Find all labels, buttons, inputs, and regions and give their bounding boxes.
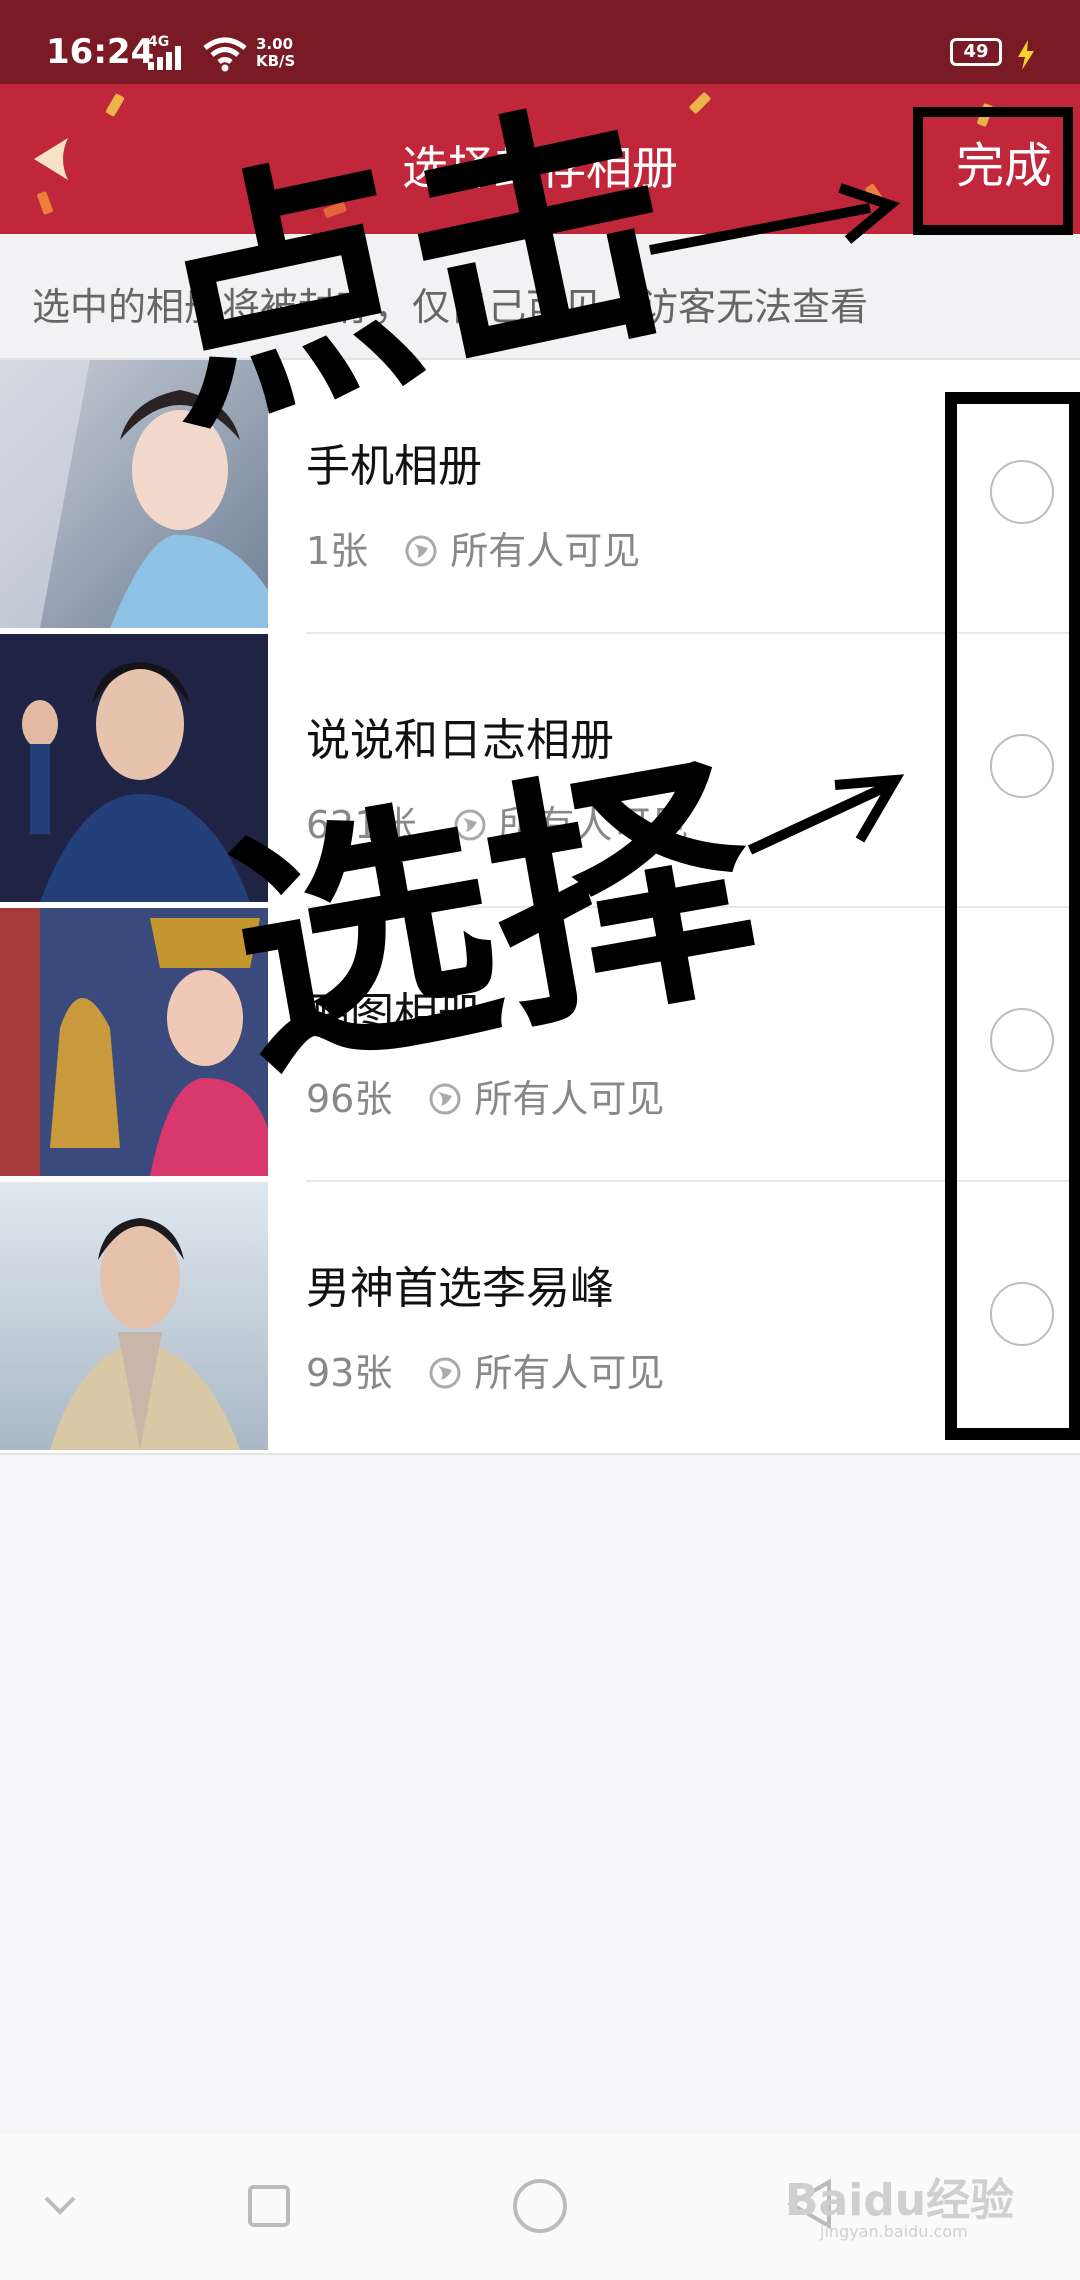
photo-count: 1张 xyxy=(306,529,369,573)
hint-text: 选中的相册将被封存，仅自己可见，访客无法查看 xyxy=(32,285,869,329)
screen: 16:24 4G 3.00 KB/S 49 选择封存相册 完成 选中的相册将被封… xyxy=(0,0,1080,2280)
speed-value: 3.00 xyxy=(256,35,294,53)
confetti-decoration xyxy=(688,91,712,115)
battery-indicator: 49 xyxy=(950,38,1002,66)
photo-count: 93张 xyxy=(306,1351,393,1395)
home-circle-icon[interactable] xyxy=(512,2178,568,2234)
status-time: 16:24 xyxy=(46,32,155,72)
select-radio[interactable] xyxy=(990,460,1054,524)
wifi-icon xyxy=(203,37,247,72)
album-row[interactable]: 男神首选李易峰 93张 所有人可见 xyxy=(0,1182,1080,1456)
visibility-icon xyxy=(429,1083,461,1115)
album-meta: 96张 所有人可见 xyxy=(306,1068,664,1123)
confetti-decoration xyxy=(322,201,348,219)
watermark-url: jingyan.baidu.com xyxy=(820,2222,968,2241)
select-radio[interactable] xyxy=(990,1008,1054,1072)
visibility-label: 所有人可见 xyxy=(474,1077,665,1121)
watermark-logo: Baidu经验 xyxy=(785,2175,1015,2226)
album-name: 手机相册 xyxy=(306,441,482,492)
select-radio[interactable] xyxy=(990,1282,1054,1346)
album-name: 男神首选李易峰 xyxy=(306,1263,614,1314)
visibility-label: 所有人可见 xyxy=(498,803,689,847)
status-bar: 16:24 4G 3.00 KB/S 49 xyxy=(0,0,1080,84)
album-cover xyxy=(0,360,268,628)
visibility-icon xyxy=(429,1357,461,1389)
header-bar: 选择封存相册 完成 xyxy=(0,84,1080,234)
album-row[interactable]: 说说和日志相册 621张 所有人可见 xyxy=(0,634,1080,908)
album-row[interactable]: 手机相册 1张 所有人可见 xyxy=(0,360,1080,634)
album-name: 贴图相册 xyxy=(306,989,482,1040)
recents-square-icon[interactable] xyxy=(247,2184,291,2228)
charging-icon xyxy=(1018,40,1034,70)
album-meta: 621张 所有人可见 xyxy=(306,794,689,849)
album-cover xyxy=(0,908,268,1176)
album-meta: 1张 所有人可见 xyxy=(306,520,640,575)
confetti-decoration xyxy=(976,102,994,128)
hint-banner: 选中的相册将被封存，仅自己可见，访客无法查看 xyxy=(0,234,1080,360)
done-button[interactable]: 完成 xyxy=(956,126,1052,196)
album-cover xyxy=(0,634,268,902)
signal-icon xyxy=(148,46,181,70)
photo-count: 96张 xyxy=(306,1077,393,1121)
select-radio[interactable] xyxy=(990,734,1054,798)
collapse-chevron-icon[interactable] xyxy=(42,2194,78,2218)
visibility-label: 所有人可见 xyxy=(450,529,641,573)
visibility-icon xyxy=(454,809,486,841)
network-speed: 3.00 KB/S xyxy=(256,36,295,70)
album-meta: 93张 所有人可见 xyxy=(306,1342,664,1397)
album-list: 手机相册 1张 所有人可见 说说和日志相册 621张 所有人可见 贴图相册 96… xyxy=(0,360,1080,1455)
speed-unit: KB/S xyxy=(256,52,296,70)
confetti-decoration xyxy=(105,92,125,118)
system-nav-bar: Baidu经验 jingyan.baidu.com xyxy=(0,2134,1080,2280)
photo-count: 621张 xyxy=(306,803,417,847)
album-name: 说说和日志相册 xyxy=(306,715,614,766)
page-title: 选择封存相册 xyxy=(402,141,678,195)
visibility-label: 所有人可见 xyxy=(474,1351,665,1395)
album-row[interactable]: 贴图相册 96张 所有人可见 xyxy=(0,908,1080,1182)
album-cover xyxy=(0,1182,268,1450)
visibility-icon xyxy=(405,535,437,567)
